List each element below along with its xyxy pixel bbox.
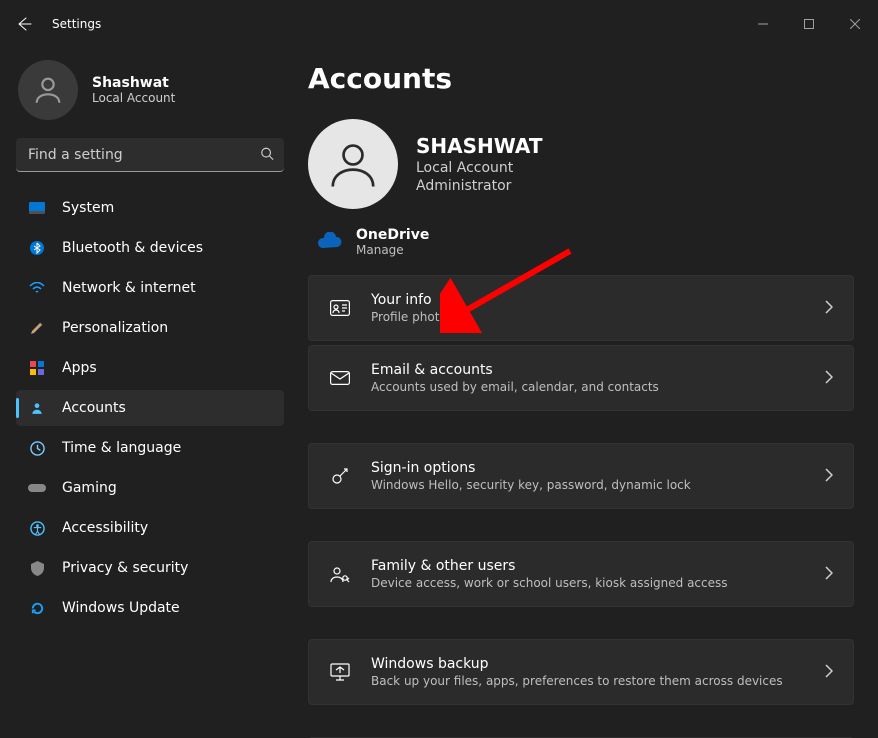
back-button[interactable]: [4, 0, 44, 48]
nav-label: Accounts: [62, 400, 126, 416]
window-title: Settings: [52, 17, 101, 31]
person-icon: [31, 73, 65, 107]
nav-label: Bluetooth & devices: [62, 240, 203, 256]
nav-time-language[interactable]: Time & language: [16, 430, 284, 466]
onedrive-subtitle: Manage: [356, 243, 429, 257]
nav-apps[interactable]: Apps: [16, 350, 284, 386]
account-hero: SHASHWAT Local Account Administrator: [308, 119, 854, 209]
nav-personalization[interactable]: Personalization: [16, 310, 284, 346]
card-subtitle: Device access, work or school users, kio…: [371, 576, 805, 590]
backup-icon: [329, 663, 351, 681]
search-icon: [260, 146, 274, 165]
window-controls: [740, 8, 878, 40]
card-subtitle: Windows Hello, security key, password, d…: [371, 478, 805, 492]
nav-label: Privacy & security: [62, 560, 188, 576]
avatar-large: [308, 119, 398, 209]
nav-windows-update[interactable]: Windows Update: [16, 590, 284, 626]
card-family-users[interactable]: Family & other users Device access, work…: [308, 541, 854, 607]
gamepad-icon: [28, 479, 46, 497]
key-icon: [329, 466, 351, 486]
nav-privacy[interactable]: Privacy & security: [16, 550, 284, 586]
paintbrush-icon: [28, 319, 46, 337]
card-your-info[interactable]: Your info Profile photo: [308, 275, 854, 341]
nav-accessibility[interactable]: Accessibility: [16, 510, 284, 546]
nav-network[interactable]: Network & internet: [16, 270, 284, 306]
accessibility-icon: [28, 519, 46, 537]
titlebar: Settings: [0, 0, 878, 48]
avatar: [18, 60, 78, 120]
monitor-icon: [28, 199, 46, 217]
close-button[interactable]: [832, 8, 878, 40]
chevron-right-icon: [825, 369, 833, 388]
wifi-icon: [28, 279, 46, 297]
nav-gaming[interactable]: Gaming: [16, 470, 284, 506]
card-subtitle: Accounts used by email, calendar, and co…: [371, 380, 805, 394]
card-title: Windows backup: [371, 656, 805, 672]
user-name: Shashwat: [92, 75, 175, 91]
card-title: Your info: [371, 292, 805, 308]
sidebar: Shashwat Local Account System: [0, 48, 300, 738]
mail-icon: [329, 371, 351, 385]
user-card[interactable]: Shashwat Local Account: [16, 56, 284, 138]
minimize-button[interactable]: [740, 8, 786, 40]
account-type: Local Account: [416, 160, 543, 176]
search-input[interactable]: [16, 138, 284, 172]
shield-icon: [28, 559, 46, 577]
account-display-name: SHASHWAT: [416, 134, 543, 158]
nav-label: Network & internet: [62, 280, 196, 296]
onedrive-row[interactable]: OneDrive Manage: [308, 227, 854, 275]
person-icon: [28, 399, 46, 417]
arrow-left-icon: [16, 16, 32, 32]
chevron-right-icon: [825, 467, 833, 486]
bluetooth-icon: [28, 239, 46, 257]
maximize-button[interactable]: [786, 8, 832, 40]
card-title: Sign-in options: [371, 460, 805, 476]
people-icon: [329, 565, 351, 583]
nav-label: Windows Update: [62, 600, 180, 616]
chevron-right-icon: [825, 565, 833, 584]
apps-icon: [28, 359, 46, 377]
card-title: Email & accounts: [371, 362, 805, 378]
settings-cards: Your info Profile photo Email & accounts…: [308, 275, 854, 738]
nav-bluetooth[interactable]: Bluetooth & devices: [16, 230, 284, 266]
chevron-right-icon: [825, 663, 833, 682]
account-role: Administrator: [416, 178, 543, 194]
nav-accounts[interactable]: Accounts: [16, 390, 284, 426]
update-icon: [28, 599, 46, 617]
card-subtitle: Back up your files, apps, preferences to…: [371, 674, 805, 688]
card-windows-backup[interactable]: Windows backup Back up your files, apps,…: [308, 639, 854, 705]
nav-label: Accessibility: [62, 520, 148, 536]
person-icon: [326, 137, 380, 191]
content: Shashwat Local Account System: [0, 48, 878, 738]
card-email-accounts[interactable]: Email & accounts Accounts used by email,…: [308, 345, 854, 411]
card-title: Family & other users: [371, 558, 805, 574]
page-title: Accounts: [308, 62, 854, 95]
nav-label: Time & language: [62, 440, 181, 456]
clock-icon: [28, 439, 46, 457]
user-type: Local Account: [92, 91, 175, 105]
nav: System Bluetooth & devices Network & int…: [16, 190, 284, 626]
main: Accounts SHASHWAT Local Account Administ…: [300, 48, 878, 738]
nav-label: System: [62, 200, 114, 216]
nav-system[interactable]: System: [16, 190, 284, 226]
nav-label: Apps: [62, 360, 97, 376]
onedrive-title: OneDrive: [356, 227, 429, 243]
card-signin-options[interactable]: Sign-in options Windows Hello, security …: [308, 443, 854, 509]
chevron-right-icon: [825, 299, 833, 318]
search-box: [16, 138, 284, 172]
card-subtitle: Profile photo: [371, 310, 805, 324]
nav-label: Gaming: [62, 480, 117, 496]
nav-label: Personalization: [62, 320, 168, 336]
onedrive-icon: [318, 232, 342, 252]
id-card-icon: [329, 300, 351, 316]
